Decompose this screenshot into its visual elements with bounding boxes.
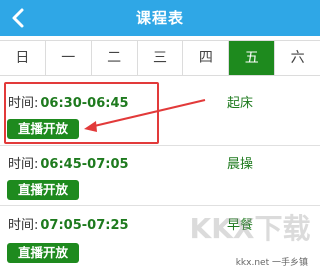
page-title: 课程表 (135, 9, 184, 27)
event-name: 起床 (226, 96, 253, 111)
tab-sunday[interactable]: 日 (0, 41, 46, 75)
tab-thursday[interactable]: 四 (183, 41, 230, 75)
row-divider (0, 145, 320, 146)
event-name: 晨操 (226, 157, 253, 172)
tab-saturday[interactable]: 六 (275, 41, 320, 75)
watermark-logo-text: KKX下载 (190, 212, 310, 245)
watermark-site: kkx.net (235, 258, 270, 268)
time-label: 时间: (8, 157, 39, 172)
highlight-box (4, 82, 159, 144)
watermark-caption: kkx.net 一手乡镇 (236, 255, 308, 268)
tab-monday[interactable]: 一 (46, 41, 92, 75)
time-text: 时间: 07:05-07:25 (8, 214, 129, 233)
live-play-button[interactable]: 直播开放 (7, 243, 79, 263)
time-label: 时间: (8, 218, 39, 233)
time-value: 07:05-07:25 (40, 218, 129, 233)
time-value: 06:45-07:05 (40, 157, 129, 172)
tab-friday[interactable]: 五 (229, 41, 276, 75)
time-text: 时间: 06:45-07:05 (8, 153, 129, 172)
tab-wednesday[interactable]: 三 (138, 41, 184, 75)
weekday-tabs: 日 一 二 三 四 五 六 (0, 40, 320, 76)
live-play-button[interactable]: 直播开放 (7, 180, 79, 200)
watermark-logo-icon: KKX下载 (190, 212, 310, 245)
app-header: 课程表 (0, 0, 320, 36)
watermark-caption-text: 一手乡镇 (271, 258, 308, 268)
tab-tuesday[interactable]: 二 (92, 41, 138, 75)
